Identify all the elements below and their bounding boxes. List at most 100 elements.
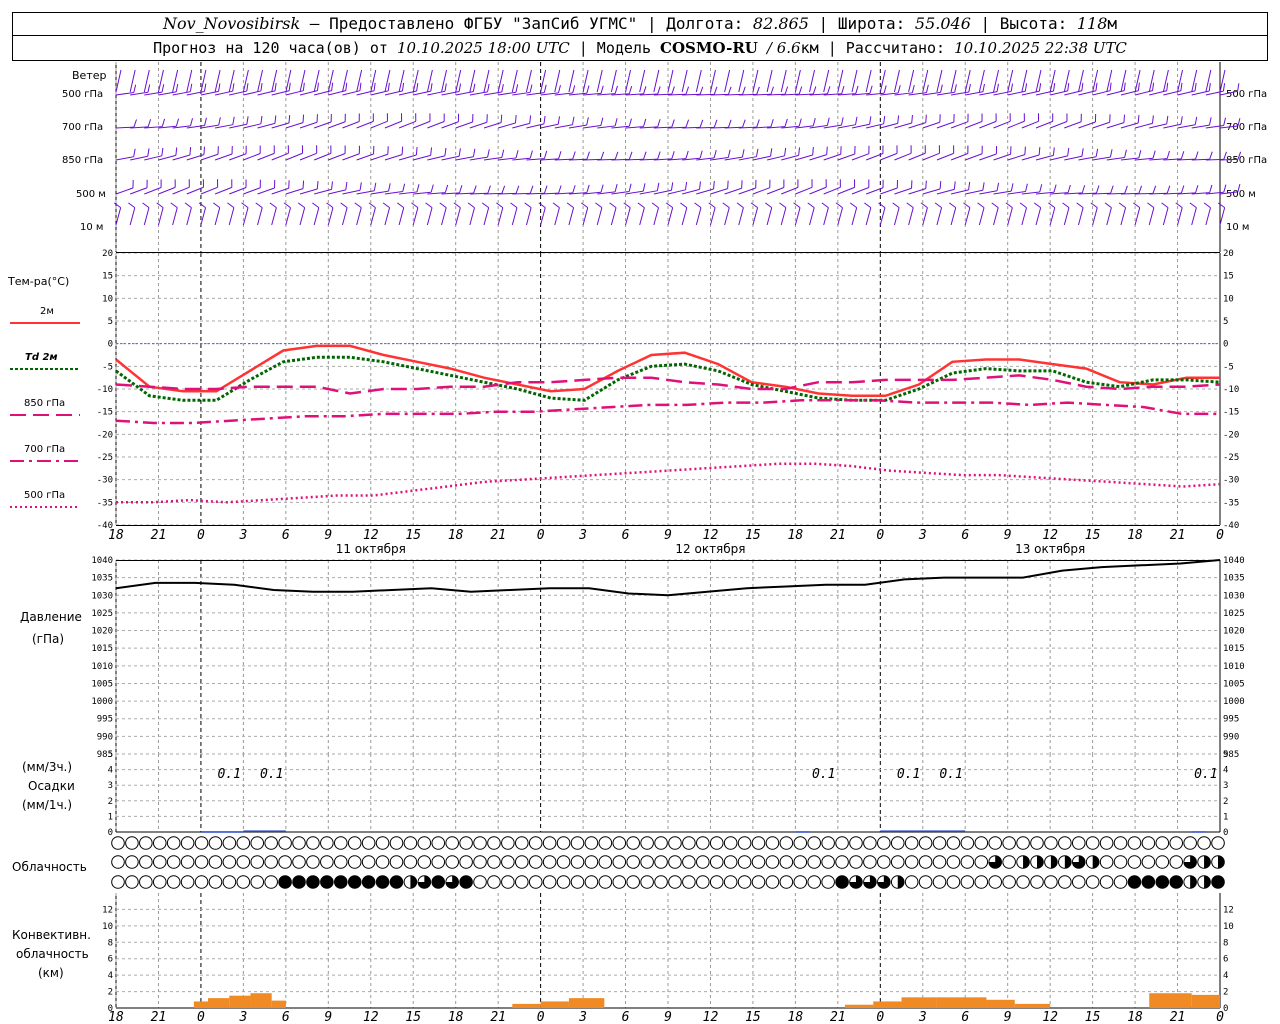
wind-barb [682, 86, 704, 96]
cloud-symbol [988, 875, 1003, 889]
wind-barb [554, 85, 576, 96]
cloud-symbol [208, 855, 223, 869]
wind-barb [115, 179, 134, 195]
x-tick-label-bottom: 0 [876, 1010, 884, 1024]
wind-barb [625, 183, 646, 195]
temp-series-2 [115, 374, 1221, 395]
wind-barb [1163, 116, 1183, 129]
cloud-symbol [904, 836, 919, 850]
cloud-symbol [1071, 836, 1086, 850]
wind-barb [269, 202, 277, 226]
x-tick-label: 6 [622, 528, 630, 543]
cloud-symbol [278, 875, 292, 889]
x-tick-label-bottom: 18 [108, 1010, 124, 1024]
wind-barb [128, 202, 136, 226]
cloud-symbol [1197, 855, 1211, 869]
precip-bar [936, 830, 966, 832]
wind-barb-top [610, 69, 617, 93]
cloud-symbol [849, 855, 863, 869]
day-label: 12 октября [675, 542, 745, 556]
wind-barb [892, 202, 900, 226]
wind-barb-top [837, 69, 844, 93]
wind-barb [580, 202, 589, 226]
cloud-symbol [320, 875, 334, 889]
wind-barb [229, 116, 249, 129]
wind-barb [241, 202, 249, 226]
wind-barb [821, 202, 829, 226]
wind-barb [823, 117, 844, 129]
cloud-symbol [292, 875, 306, 889]
cloud-symbol [306, 855, 320, 869]
x-tick-label-bottom: 9 [1004, 1010, 1012, 1024]
wind-barb [611, 118, 632, 129]
cloud-symbol [208, 875, 223, 889]
cloud-symbol [125, 836, 139, 850]
wind-barb [1104, 202, 1112, 226]
cloud-symbol [821, 836, 835, 850]
cloud-symbol [542, 875, 557, 889]
wind-barb [965, 83, 985, 96]
cloud-symbol [779, 875, 794, 889]
wind-barb [710, 86, 732, 96]
wind-barb-top [356, 69, 363, 93]
cloud-symbol [417, 855, 432, 869]
wind-barb-top [879, 69, 886, 93]
cloud-symbol [877, 836, 891, 850]
wind-barb [696, 180, 715, 195]
wind-barb-top [327, 69, 334, 93]
cloud-symbol [445, 836, 459, 850]
temp-ytick-right: -25 [1223, 453, 1239, 463]
cloud-symbol [877, 875, 891, 889]
cloud-symbol [1113, 836, 1128, 850]
cloud-symbol [612, 855, 627, 869]
wind-barb [936, 181, 956, 195]
wind-barb [1135, 185, 1157, 195]
cloud-symbol [960, 855, 975, 869]
temp-ytick-right: -35 [1223, 498, 1239, 508]
wind-barb [297, 202, 306, 226]
cloud-symbol [333, 875, 348, 889]
temp-ytick-left: -5 [102, 362, 113, 372]
cloud-symbol [264, 836, 278, 850]
cloud-symbol [1044, 875, 1058, 889]
conv-bar [271, 1000, 286, 1008]
wind-barb [906, 202, 914, 226]
wind-barb [1219, 83, 1240, 96]
cloud-symbol [1030, 875, 1044, 889]
x-tick-label: 21 [830, 528, 846, 543]
day-label: 13 октября [1015, 542, 1085, 556]
wind-barb [115, 119, 137, 129]
wind-barb [950, 181, 971, 195]
temp-ytick-left: 10 [102, 294, 113, 304]
cloud-symbol [528, 875, 543, 889]
wind-barb [1163, 185, 1185, 195]
wind-barb [682, 181, 701, 195]
wind-barb-top [313, 69, 320, 93]
temp-ytick-left: 5 [108, 317, 113, 327]
cloud-symbol [487, 875, 501, 889]
x-tick-label: 9 [664, 528, 672, 543]
wind-barb [413, 184, 434, 195]
x-tick-label: 21 [490, 528, 506, 543]
cloud-symbol [1058, 855, 1072, 869]
wind-barb [144, 147, 164, 161]
cloud-symbol [696, 855, 710, 869]
wind-barb [186, 83, 207, 96]
wind-barb [738, 86, 760, 96]
cloud-symbol [696, 836, 710, 850]
cloud-symbol [514, 855, 529, 869]
cloud-symbol [222, 875, 237, 889]
cloud-symbol [236, 855, 251, 869]
cloud-symbol [417, 875, 432, 889]
temp-ytick-right: -10 [1223, 385, 1239, 395]
cloud-symbol [598, 875, 613, 889]
wind-barb [512, 150, 533, 161]
wind-barb-top [398, 69, 405, 93]
wind-barb-top [1162, 69, 1169, 93]
cloud-symbol [682, 836, 696, 850]
wind-barb [738, 119, 760, 129]
cloud-symbol [668, 875, 682, 889]
cloud-symbol [1211, 875, 1225, 889]
cloud-symbol [501, 836, 515, 850]
cloud-symbol [696, 875, 710, 889]
